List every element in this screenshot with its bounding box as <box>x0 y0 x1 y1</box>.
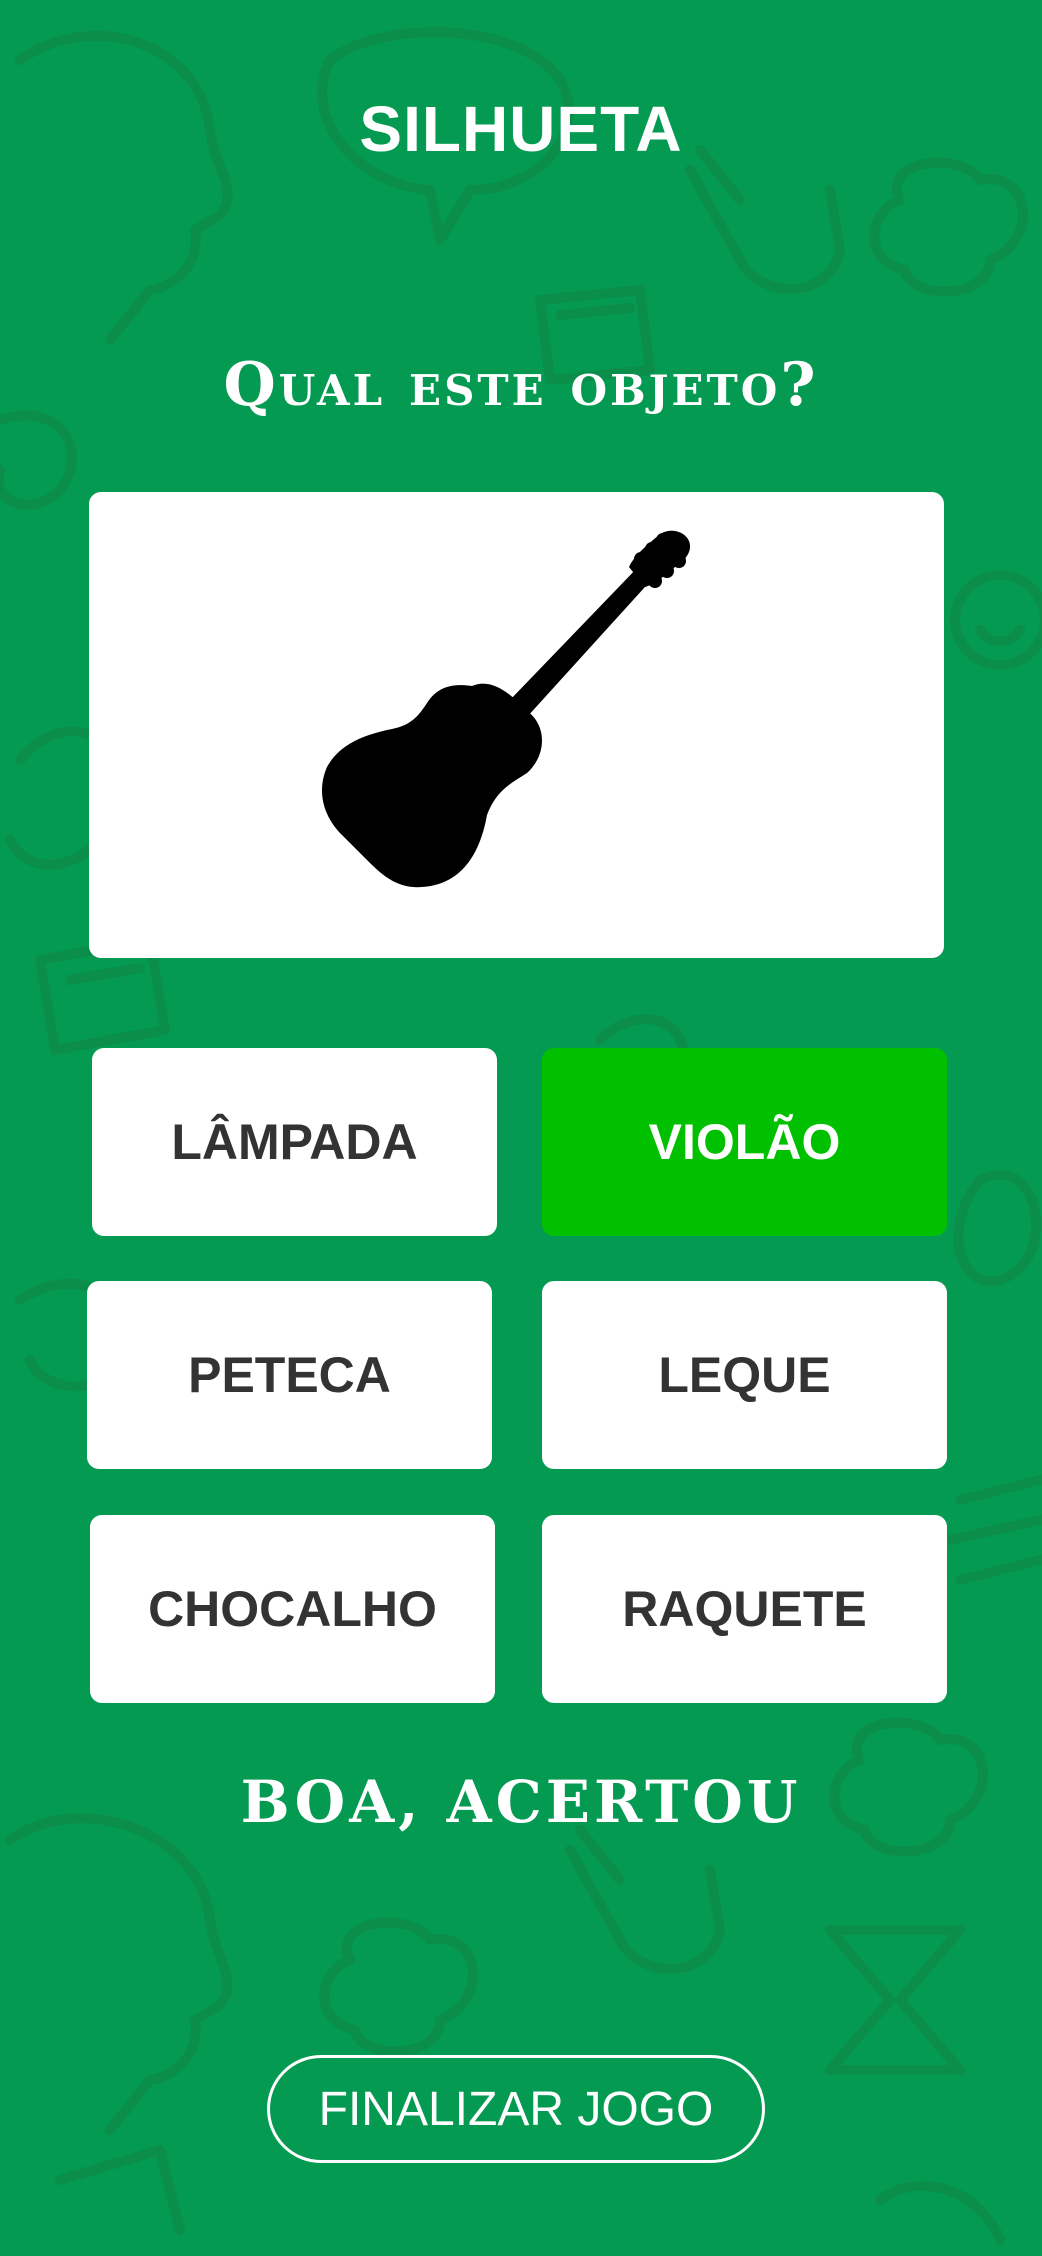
finish-game-button[interactable]: FINALIZAR JOGO <box>267 2055 765 2163</box>
option-raquete-button[interactable]: RAQUETE <box>542 1515 947 1703</box>
option-lampada-button[interactable]: LÂMPADA <box>92 1048 497 1236</box>
option-chocalho-button[interactable]: CHOCALHO <box>90 1515 495 1703</box>
option-leque-button[interactable]: LEQUE <box>542 1281 947 1469</box>
option-peteca-button[interactable]: PETECA <box>87 1281 492 1469</box>
page-title: SILHUETA <box>359 93 683 165</box>
feedback-message: BOA, ACERTOU <box>240 1768 802 1836</box>
question-text: Qual este objeto? <box>223 350 819 420</box>
option-violao-button[interactable]: VIOLÃO <box>542 1048 947 1236</box>
silhouette-image-card <box>89 492 944 958</box>
guitar-silhouette-icon <box>321 530 690 888</box>
